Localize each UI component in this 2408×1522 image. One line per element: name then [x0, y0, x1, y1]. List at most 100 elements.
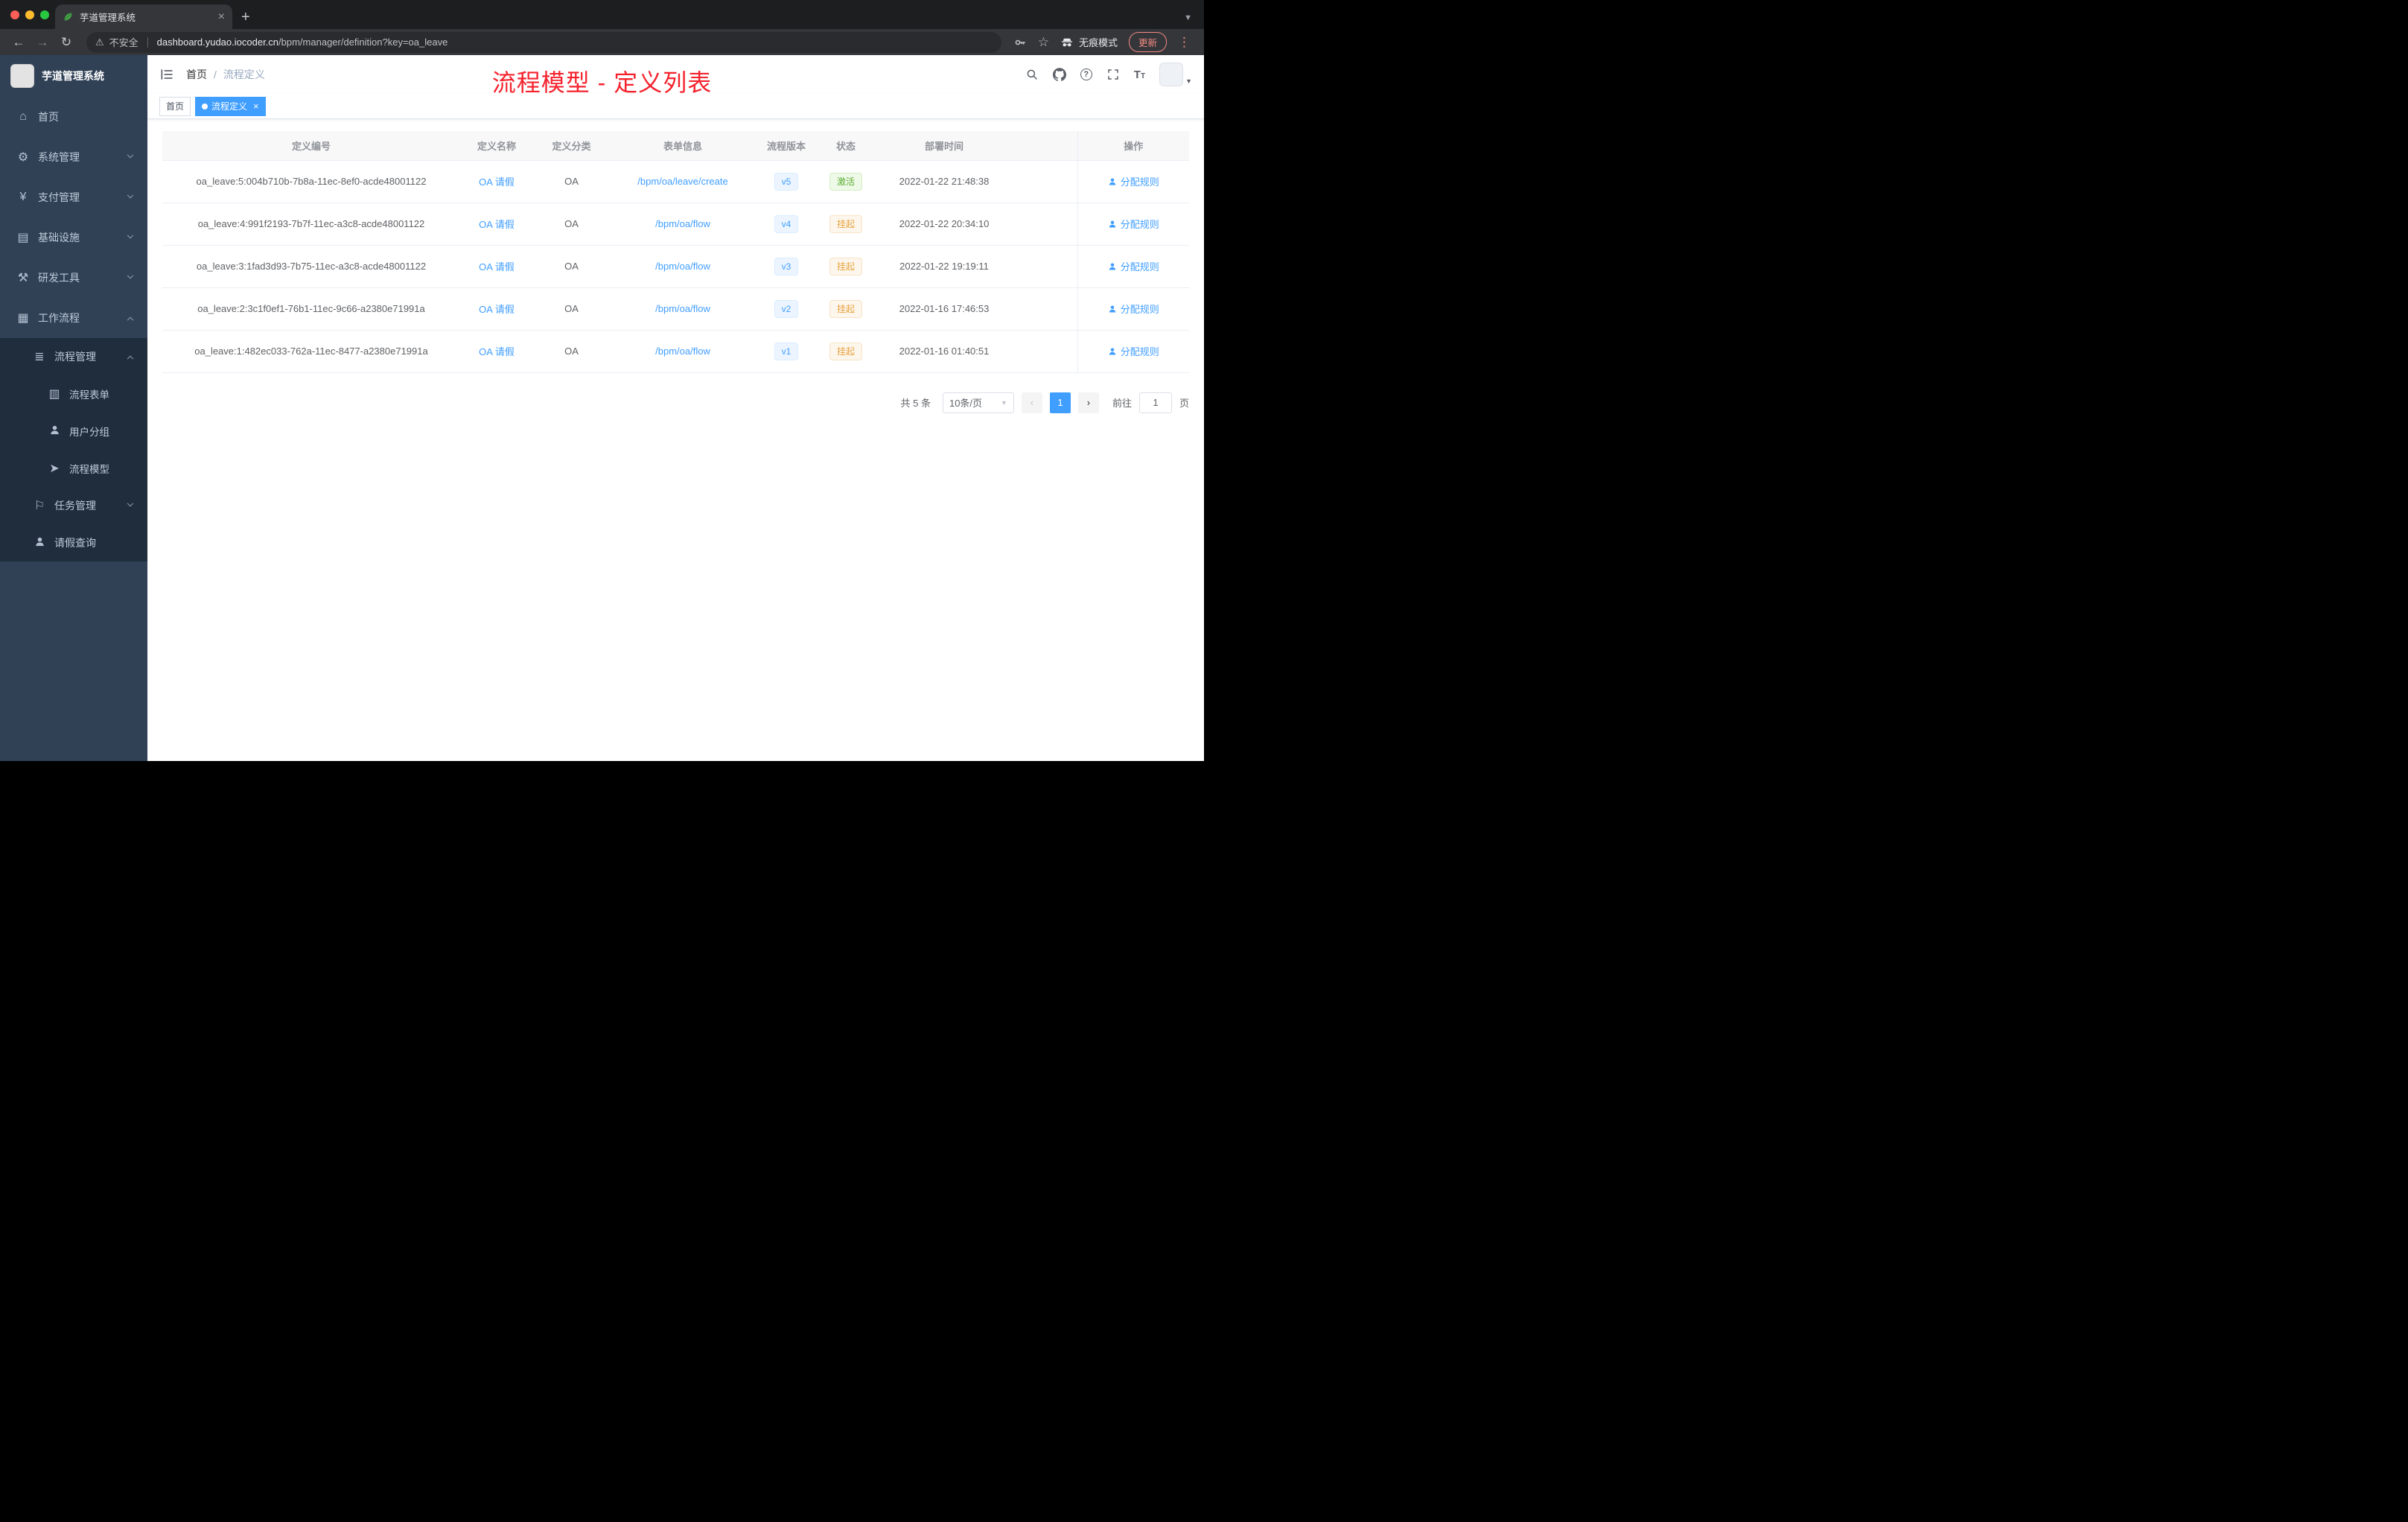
user-group-icon — [46, 424, 63, 438]
bookmark-star-icon[interactable]: ☆ — [1038, 36, 1049, 48]
cell-definition-id: oa_leave:3:1fad3d93-7b75-11ec-a3c8-acde4… — [162, 245, 460, 288]
page-size-select[interactable]: 10条/页 ▼ — [942, 392, 1014, 413]
page-size-value: 10条/页 — [949, 398, 983, 409]
sidebar-item-label: 流程模型 — [69, 464, 109, 475]
github-icon[interactable] — [1052, 68, 1066, 81]
form-info-link[interactable]: /bpm/oa/flow — [655, 303, 710, 314]
sidebar-item-label: 任务管理 — [54, 500, 96, 512]
cell-spacer — [1013, 287, 1077, 331]
chevron-down-icon — [127, 272, 134, 279]
assign-rule-button[interactable]: 分配规则 — [1108, 174, 1159, 188]
browser-update-button[interactable]: 更新 — [1128, 32, 1167, 52]
user-icon — [1109, 263, 1115, 270]
tag-home[interactable]: 首页 — [159, 96, 191, 116]
tab-search-caret-icon[interactable]: ▼ — [1184, 13, 1192, 22]
definition-name-link[interactable]: OA 请假 — [479, 304, 515, 315]
sidebar-item-process-model[interactable]: ➤ 流程模型 — [0, 450, 147, 487]
font-size-icon[interactable]: TT — [1134, 69, 1145, 81]
sidebar: 芋道管理系统 ⌂ 首页 ⚙ 系统管理 ¥ 支付管理 ▤ 基础设施 ⚒ 研发工具 … — [0, 55, 147, 761]
cell-spacer — [1013, 160, 1077, 203]
breadcrumb-home[interactable]: 首页 — [186, 67, 207, 82]
navbar-actions: ? TT ▼ — [1025, 63, 1192, 86]
form-info-link[interactable]: /bpm/oa/leave/create — [637, 176, 727, 187]
assign-rule-button[interactable]: 分配规则 — [1108, 344, 1159, 358]
definition-name-link[interactable]: OA 请假 — [479, 346, 515, 357]
breadcrumb-current: 流程定义 — [223, 69, 265, 80]
status-badge: 挂起 — [829, 214, 862, 233]
table-header-row: 定义编号 定义名称 定义分类 表单信息 流程版本 状态 部署时间 操作 — [162, 131, 1189, 161]
column-process-version: 流程版本 — [756, 131, 817, 161]
version-badge: v3 — [774, 257, 799, 276]
not-secure-warning-icon: ⚠ — [95, 36, 104, 48]
fullscreen-icon[interactable] — [1106, 68, 1120, 81]
search-icon[interactable] — [1025, 68, 1039, 81]
sidebar-item-workflow[interactable]: ▦ 工作流程 — [0, 298, 147, 338]
definition-table: 定义编号 定义名称 定义分类 表单信息 流程版本 状态 部署时间 操作 oa_l… — [162, 131, 1189, 373]
table-row: oa_leave:3:1fad3d93-7b75-11ec-a3c8-acde4… — [162, 245, 1189, 288]
tab-close-icon[interactable]: × — [218, 10, 225, 23]
cell-definition-id: oa_leave:1:482ec033-762a-11ec-8477-a2380… — [162, 330, 460, 373]
sidebar-item-process-management[interactable]: ≣ 流程管理 — [0, 338, 147, 375]
sidebar-item-label: 研发工具 — [38, 272, 80, 284]
prev-page-button[interactable]: ‹ — [1021, 392, 1042, 413]
payment-icon: ¥ — [19, 191, 27, 203]
forward-icon[interactable]: → — [31, 35, 54, 50]
incognito-icon — [1061, 38, 1073, 46]
user-icon — [1109, 220, 1115, 227]
status-badge: 激活 — [829, 172, 862, 191]
form-info-link[interactable]: /bpm/oa/flow — [655, 346, 710, 357]
sidebar-item-label: 系统管理 — [38, 151, 80, 163]
incognito-label: 无痕模式 — [1078, 37, 1118, 48]
status-badge: 挂起 — [829, 299, 862, 318]
definition-name-link[interactable]: OA 请假 — [479, 219, 515, 230]
address-bar[interactable]: ⚠ 不安全 dashboard.yudao.iocoder.cn/bpm/man… — [86, 31, 1001, 53]
close-window-button[interactable] — [10, 10, 19, 19]
form-info-link[interactable]: /bpm/oa/flow — [655, 261, 710, 272]
user-menu[interactable]: ▼ — [1159, 63, 1192, 86]
sidebar-item-infrastructure[interactable]: ▤ 基础设施 — [0, 217, 147, 258]
sidebar-item-process-form[interactable]: ▥ 流程表单 — [0, 375, 147, 413]
sidebar-item-label: 用户分组 — [69, 427, 109, 438]
sidebar-item-task-management[interactable]: ⚐ 任务管理 — [0, 487, 147, 524]
cell-deploy-time: 2022-01-16 01:40:51 — [875, 330, 1013, 373]
chevron-up-icon — [127, 355, 134, 363]
assign-rule-button[interactable]: 分配规则 — [1108, 302, 1159, 316]
version-badge: v4 — [774, 214, 799, 233]
tag-close-icon[interactable]: × — [253, 101, 259, 111]
sidebar-item-payment-management[interactable]: ¥ 支付管理 — [0, 177, 147, 217]
page-number-button[interactable]: 1 — [1049, 392, 1071, 413]
form-info-link[interactable]: /bpm/oa/flow — [655, 218, 710, 229]
app-logo-row: 芋道管理系统 — [0, 55, 147, 97]
new-tab-button[interactable]: + — [241, 9, 250, 26]
column-spacer — [1013, 131, 1077, 161]
maximize-window-button[interactable] — [40, 10, 49, 19]
next-page-button[interactable]: › — [1077, 392, 1099, 413]
definition-name-link[interactable]: OA 请假 — [479, 176, 515, 188]
column-definition-id: 定义编号 — [162, 131, 460, 161]
help-icon[interactable]: ? — [1080, 69, 1092, 80]
definition-name-link[interactable]: OA 请假 — [479, 261, 515, 273]
sidebar-item-dev-tools[interactable]: ⚒ 研发工具 — [0, 258, 147, 298]
toolbar-right: ☆ 无痕模式 更新 ⋮ — [1010, 32, 1197, 52]
key-icon[interactable] — [1013, 36, 1027, 49]
sidebar-item-system-management[interactable]: ⚙ 系统管理 — [0, 137, 147, 177]
tag-label: 首页 — [166, 101, 185, 112]
sidebar-item-label: 首页 — [38, 111, 59, 123]
status-badge: 挂起 — [829, 257, 862, 276]
tag-process-definition[interactable]: 流程定义 × — [195, 96, 266, 116]
version-badge: v2 — [774, 299, 799, 318]
back-icon[interactable]: ← — [7, 35, 30, 50]
minimize-window-button[interactable] — [25, 10, 34, 19]
goto-page-input[interactable] — [1138, 392, 1172, 413]
sidebar-toggle-icon[interactable] — [159, 67, 174, 82]
assign-rule-button[interactable]: 分配规则 — [1108, 259, 1159, 273]
sidebar-item-leave-query[interactable]: 请假查询 — [0, 524, 147, 561]
table-row: oa_leave:2:3c1f0ef1-76b1-11ec-9c66-a2380… — [162, 287, 1189, 331]
browser-menu-icon[interactable]: ⋮ — [1178, 35, 1191, 50]
caret-down-icon: ▼ — [1185, 77, 1192, 85]
browser-tab[interactable]: 芋道管理系统 × — [55, 4, 232, 29]
sidebar-item-home[interactable]: ⌂ 首页 — [0, 97, 147, 137]
reload-icon[interactable]: ↻ — [55, 35, 77, 50]
assign-rule-button[interactable]: 分配规则 — [1108, 217, 1159, 231]
sidebar-item-user-group[interactable]: 用户分组 — [0, 413, 147, 450]
